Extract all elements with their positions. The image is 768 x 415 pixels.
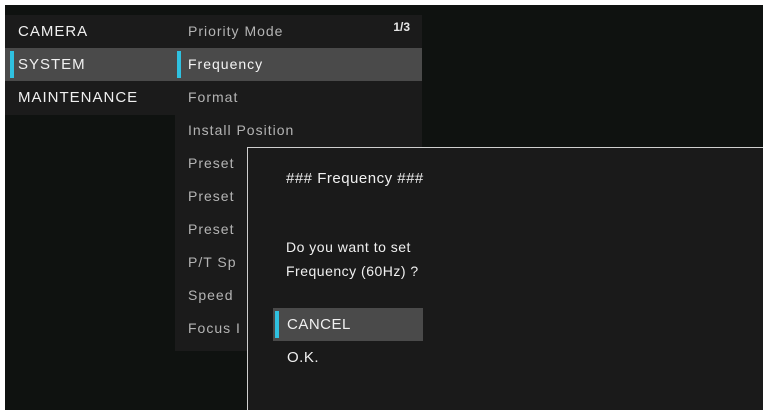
submenu-item-label: Preset: [188, 221, 235, 237]
dialog-question-line2: Frequency (60Hz) ?: [286, 263, 419, 279]
main-menu: CAMERA SYSTEM MAINTENANCE: [5, 15, 175, 115]
submenu-item-label: Focus I: [188, 320, 241, 336]
menu-item-camera[interactable]: CAMERA: [5, 15, 175, 48]
submenu-item-frequency[interactable]: Frequency: [175, 48, 422, 81]
submenu-item-label: P/T Sp: [188, 254, 237, 270]
cancel-button[interactable]: CANCEL: [273, 308, 423, 341]
submenu-item-label: Preset: [188, 155, 235, 171]
submenu-item-label: Priority Mode: [188, 23, 284, 39]
submenu-item-label: Format: [188, 89, 239, 105]
dialog-question-line1: Do you want to set: [286, 239, 411, 255]
ok-button-label: O.K.: [287, 349, 320, 366]
submenu-item-install-position[interactable]: Install Position: [175, 114, 422, 147]
submenu-item-priority-mode[interactable]: Priority Mode: [175, 15, 422, 48]
cancel-button-label: CANCEL: [287, 316, 351, 333]
menu-item-maintenance[interactable]: MAINTENANCE: [5, 81, 175, 114]
dialog-title: ### Frequency ###: [286, 170, 424, 187]
menu-item-label: SYSTEM: [18, 56, 86, 73]
menu-item-system[interactable]: SYSTEM: [5, 48, 175, 81]
camera-osd-screen: CAMERA SYSTEM MAINTENANCE 1/3 Priority M…: [5, 5, 763, 410]
frequency-confirm-dialog: ### Frequency ### Do you want to set Fre…: [247, 147, 763, 410]
submenu-item-label: Install Position: [188, 122, 295, 138]
menu-item-label: MAINTENANCE: [18, 89, 139, 106]
submenu-item-label: Preset: [188, 188, 235, 204]
menu-item-label: CAMERA: [18, 23, 89, 40]
submenu-item-format[interactable]: Format: [175, 81, 422, 114]
submenu-item-label: Frequency: [188, 56, 264, 72]
submenu-item-label: Speed: [188, 287, 234, 303]
ok-button[interactable]: O.K.: [273, 341, 423, 374]
